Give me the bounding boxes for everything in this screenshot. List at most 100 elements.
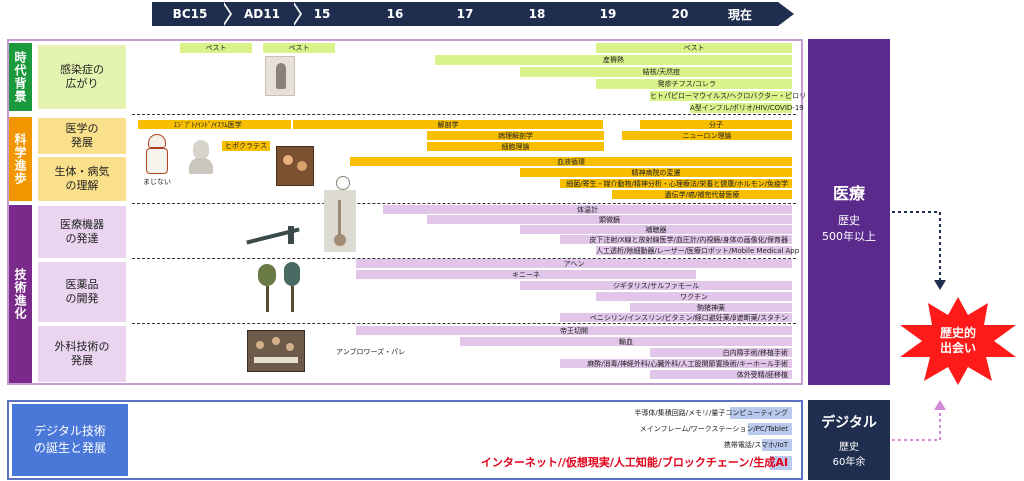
painting-face — [297, 161, 307, 171]
bust-body — [189, 158, 213, 174]
timeline-label-ad11: AD11 — [244, 7, 280, 21]
sub-body-line2: の理解 — [65, 179, 99, 192]
bar-puerperal-fever: 産褥熱 — [435, 55, 792, 65]
painting-face — [256, 341, 264, 349]
surgical-instrument-image — [240, 224, 306, 248]
painting-face — [283, 155, 293, 165]
side-medical: 医療 歴史 500年以上 — [808, 39, 890, 385]
timeline-label-20: 20 — [671, 7, 689, 21]
row-divider — [132, 114, 796, 115]
bar-pest-2: ペスト — [263, 43, 335, 53]
timeline-label-17: 17 — [456, 7, 474, 21]
side-digital-line2: 60年余 — [832, 457, 866, 468]
bar-ivf: 体外受精/胚移植 — [650, 370, 792, 379]
timeline-label-16: 16 — [386, 7, 404, 21]
side-digital-line1: 歴史 — [838, 442, 859, 453]
burst-line2: 出会い — [939, 341, 976, 355]
sub-devices-line1: 医療機器 — [60, 218, 104, 231]
timeline-label-19: 19 — [599, 7, 617, 21]
sub-drugs: 医薬品 の開発 — [38, 262, 126, 322]
bottle-stem — [266, 286, 269, 312]
sub-medicine-line2: 発展 — [71, 136, 93, 149]
bar-anatomy: 解剖学 — [293, 120, 603, 129]
hippocrates-caption: ヒポクラテス — [222, 141, 270, 151]
timeline-separator-notch — [292, 2, 300, 26]
bar-molecular: 分子 — [640, 120, 792, 129]
burst-line1: 歴史的 — [939, 326, 976, 340]
burst-label: 歴史的 出会い — [918, 323, 998, 359]
sub-drugs-line2: の開発 — [65, 292, 99, 305]
category-science-label: 科学進歩 — [13, 133, 27, 185]
bar-pest-3: ペスト — [596, 43, 792, 53]
side-digital-title: デジタル — [821, 415, 877, 431]
figure-silhouette — [276, 63, 286, 89]
bar-thermometer: 体温計 — [383, 205, 792, 214]
mask-shape — [148, 134, 166, 148]
bar-penicillin: ペニシリン/インスリン/ビタミン/経口避妊薬/β遮断薬/スタチン — [560, 313, 792, 322]
bar-caesarean: 帝王切開 — [356, 326, 792, 335]
robe-shape — [146, 148, 168, 174]
painting-image — [276, 146, 314, 186]
bar-semiconductor: 半導体/集積回路/メモリ/量子コンピューティング — [634, 409, 788, 417]
digital-connector-line — [892, 408, 941, 441]
surgery-painting-image — [247, 330, 305, 372]
sub-infection-line2: 広がり — [65, 77, 99, 90]
bar-cataract: 白内障手術/移植手術 — [650, 348, 792, 357]
sub-medicine: 医学の 発展 — [38, 118, 126, 154]
bar-mainframe: メインフレーム/ワークステーション/PC/Tablet — [639, 425, 788, 433]
sub-devices-line2: の発達 — [65, 232, 99, 245]
sub-surgery-line1: 外科技術の — [54, 340, 110, 353]
timeline-label-bc15: BC15 — [172, 7, 208, 21]
painting-face — [286, 343, 294, 351]
bar-hearing-aid: 補聴器 — [520, 225, 792, 234]
timeline-separator-notch — [222, 2, 230, 26]
bar-cell-theory: 細胞理論 — [427, 142, 604, 151]
bar-quinine: キニーネ — [356, 270, 696, 279]
bar-mental-hospital: 精神病院の変遷 — [520, 168, 792, 177]
timeline-arrowhead — [778, 2, 794, 26]
witch-doctor-image — [140, 132, 174, 178]
bar-mobile: 携帯電話/スマホ/IoT — [723, 441, 788, 449]
bar-dialysis: 人工透析/除細動器/レーザー/医療ロボット/Mobile Medical App — [596, 246, 800, 255]
side-digital: デジタル 歴史 60年余 — [808, 400, 890, 480]
sub-body: 生体・病気 の理解 — [38, 157, 126, 201]
pill-bottle-image — [258, 264, 276, 286]
sub-digital: デジタル技術 の誕生と発展 — [12, 404, 128, 476]
bar-genetics: 遺伝学/癌/補完代替医療 — [612, 190, 792, 199]
bar-transfusion: 輸血 — [460, 337, 792, 346]
bar-influenza: A型インフル/ポリオ/HIV/COVID-19 — [690, 103, 804, 113]
sub-medicine-line1: 医学の — [65, 122, 99, 135]
bar-injection: 皮下注射/X線と放射線医学/血圧計/内視鏡/身体の画像化/保育器 — [560, 235, 792, 244]
category-science: 科学進歩 — [9, 117, 32, 201]
side-medical-line1: 歴史 — [838, 214, 860, 227]
magnifier-icon — [336, 176, 350, 190]
sub-infection: 感染症の 広がり — [38, 45, 126, 109]
down-arrow-icon — [934, 280, 946, 290]
sub-body-line1: 生体・病気 — [54, 165, 110, 178]
instrument-handle — [288, 226, 294, 244]
sub-digital-line2: の誕生と発展 — [33, 441, 106, 455]
bar-anesthesia: 麻酔/消毒/神経外科/心臓外科/人工股関節置換術/キーホール手術 — [560, 359, 792, 368]
sub-digital-line1: デジタル技術 — [34, 424, 106, 438]
painting-face — [272, 337, 280, 345]
bar-internet: インターネット//仮想現実/人工知能/ブロックチェーン/生成AI — [480, 456, 788, 469]
pare-caption: アンブロワーズ・パレ — [336, 348, 406, 356]
hippocrates-bust-image — [186, 140, 216, 174]
thermometer-base — [334, 234, 346, 246]
sub-surgery: 外科技術の 発展 — [38, 326, 126, 382]
thermometer-stem — [338, 200, 341, 236]
category-era: 時代背景 — [9, 43, 32, 111]
bar-tuberculosis: 結核/天然痘 — [520, 67, 792, 77]
category-era-label: 時代背景 — [13, 51, 27, 103]
plague-engraving-image — [265, 56, 295, 96]
sub-surgery-line2: 発展 — [71, 354, 93, 367]
bust-head — [193, 140, 209, 160]
sub-drugs-line1: 医薬品 — [65, 278, 99, 291]
up-arrow-icon — [934, 400, 946, 410]
majinai-caption: まじない — [136, 174, 178, 190]
bar-blood-circulation: 血液循環 — [350, 157, 792, 166]
bar-opium: アヘン — [356, 259, 792, 268]
timeline-label-now: 現在 — [727, 7, 752, 22]
bar-ancient-medicine: ｴｼﾞﾌﾟﾄ/ｲﾝﾄﾞ/ｲｽﾗﾑ医学 — [138, 120, 291, 129]
pill-bottle-image — [284, 262, 300, 286]
